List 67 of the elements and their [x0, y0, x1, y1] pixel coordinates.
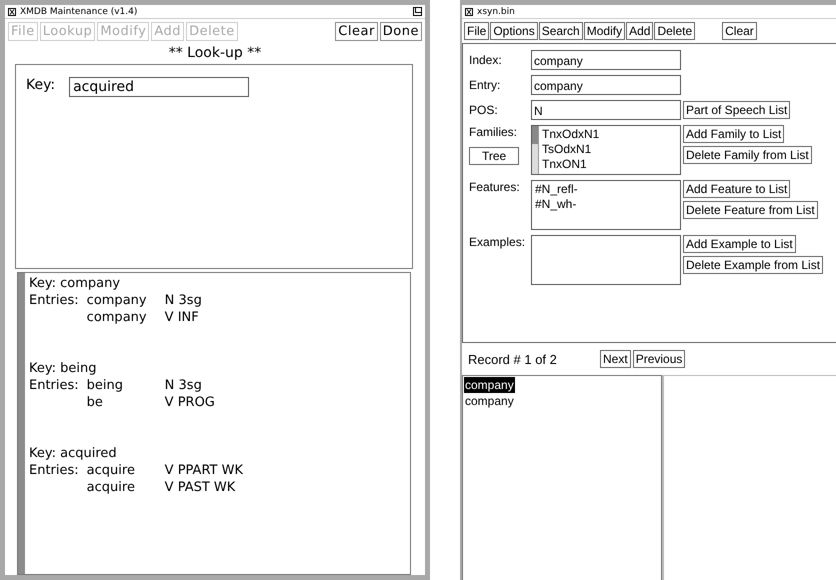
- key-label: Key:: [26, 77, 56, 93]
- field-label: Examples:: [469, 235, 526, 249]
- maximize-icon[interactable]: [413, 7, 422, 16]
- entry-tags: V PAST WK: [164, 479, 243, 496]
- entries-label: Entries:: [29, 463, 79, 478]
- record-counter: Record # 1 of 2: [468, 352, 557, 366]
- entry-tags: N 3sg: [164, 292, 202, 309]
- list-item[interactable]: TnxOdxN1: [542, 127, 600, 141]
- field-label: Index:: [469, 53, 503, 67]
- nav-button[interactable]: Previous: [632, 350, 686, 368]
- record-item[interactable]: company: [464, 377, 515, 393]
- result-key: Key: being: [29, 361, 96, 376]
- list-button[interactable]: Delete Example from List: [683, 256, 824, 274]
- x-logo-icon: [8, 8, 16, 16]
- field-label: Entry:: [469, 78, 502, 92]
- entry-word: acquire: [86, 480, 135, 495]
- record-item[interactable]: company: [464, 393, 515, 409]
- entry-word: company: [86, 310, 147, 325]
- list-button[interactable]: Add Family to List: [683, 125, 784, 143]
- entries-label: Entries:: [29, 293, 79, 308]
- result-key: Key: acquired: [29, 446, 117, 461]
- window-title: XMDB Maintenance (v1.4): [20, 6, 138, 16]
- text-field[interactable]: N: [531, 100, 681, 120]
- list-box[interactable]: #N_refl- #N_wh-: [531, 180, 681, 230]
- window-title: xsyn.bin: [477, 6, 515, 16]
- entry-word: being: [86, 378, 124, 393]
- field-label: POS:: [469, 103, 499, 117]
- list-button[interactable]: Delete Family from List: [683, 146, 812, 164]
- entry-tags: N 3sg: [164, 377, 215, 394]
- nav-button[interactable]: Next: [600, 350, 631, 368]
- list-button[interactable]: Add Example to List: [683, 235, 796, 253]
- list-box[interactable]: TnxOdxN1 TsOdxN1 TnxON1: [531, 125, 681, 175]
- entry-word: company: [86, 293, 147, 308]
- entry-word: be: [86, 395, 103, 410]
- menu-button[interactable]: Add: [626, 22, 654, 40]
- tree-button[interactable]: Tree: [469, 147, 520, 165]
- key-field[interactable]: acquired: [69, 77, 250, 97]
- menu-button[interactable]: Options: [490, 22, 538, 40]
- list-button[interactable]: Delete Feature from List: [683, 201, 818, 219]
- menu-button[interactable]: Modify: [584, 22, 626, 40]
- list-button[interactable]: Part of Speech List: [683, 101, 790, 119]
- entry-tags: V PROG: [164, 394, 215, 411]
- result-key: Key: company: [29, 276, 120, 291]
- menu-button[interactable]: Search: [538, 22, 583, 40]
- scrollbar[interactable]: [18, 273, 25, 574]
- entries-label: Entries:: [29, 378, 79, 393]
- action-button[interactable]: Done: [380, 22, 422, 41]
- list-item[interactable]: TsOdxN1: [542, 142, 592, 156]
- list-button[interactable]: Add Feature to List: [683, 180, 790, 198]
- clear-button[interactable]: Clear: [722, 22, 757, 40]
- x-logo-icon: [465, 8, 473, 16]
- menu-button[interactable]: File: [464, 22, 490, 40]
- list-item[interactable]: #N_wh-: [535, 197, 576, 211]
- list-item[interactable]: #N_refl-: [535, 182, 578, 196]
- scrollbar[interactable]: [532, 126, 539, 174]
- entry-tags: V INF: [164, 309, 202, 326]
- entry-word: acquire: [86, 463, 135, 478]
- entry-tags: V PPART WK: [164, 462, 243, 479]
- text-field[interactable]: company: [531, 75, 681, 95]
- field-label: Features:: [469, 180, 520, 194]
- action-button[interactable]: Clear: [335, 22, 378, 41]
- list-box[interactable]: [531, 235, 681, 285]
- menu-button[interactable]: Delete: [654, 22, 696, 40]
- mode-heading: ** Look-up **: [168, 45, 262, 61]
- text-field[interactable]: company: [531, 50, 681, 70]
- list-item[interactable]: TnxON1: [542, 157, 587, 171]
- field-label: Families:: [469, 125, 518, 139]
